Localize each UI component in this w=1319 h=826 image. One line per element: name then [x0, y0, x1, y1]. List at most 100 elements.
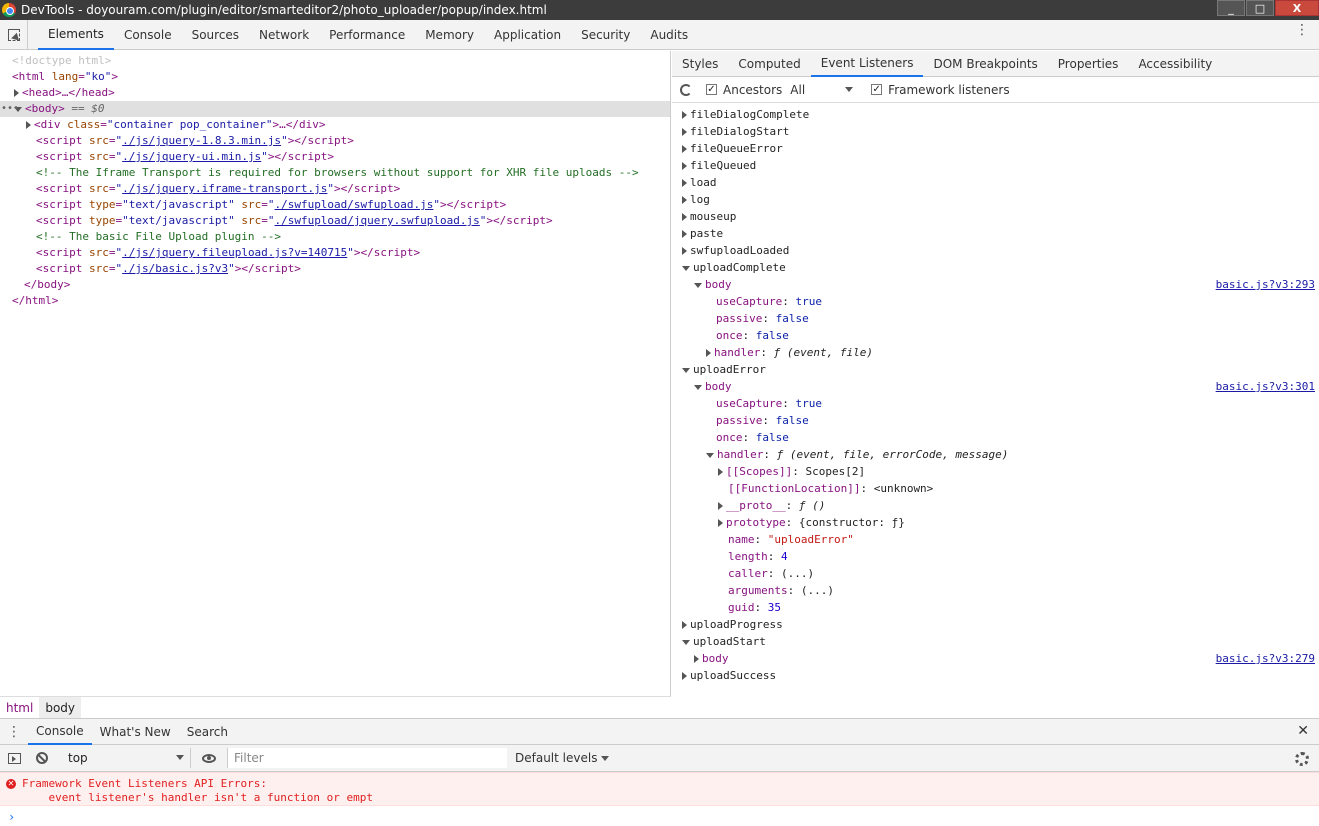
dom-head[interactable]: <head>…</head>	[0, 85, 670, 101]
expand-triangle-icon[interactable]	[26, 121, 31, 129]
event-load[interactable]: load	[672, 174, 1319, 191]
expand-triangle-icon[interactable]	[682, 179, 687, 187]
source-link[interactable]: basic.js?v3:293	[1216, 276, 1315, 293]
expand-triangle-icon[interactable]	[14, 89, 19, 97]
chevron-down-icon[interactable]	[845, 87, 854, 92]
tab-properties[interactable]: Properties	[1048, 51, 1129, 77]
dom-body-close[interactable]: </body>	[0, 277, 670, 293]
dom-script[interactable]: <script type="text/javascript" src="./sw…	[0, 213, 670, 229]
tab-styles[interactable]: Styles	[672, 51, 728, 77]
tab-network[interactable]: Network	[249, 20, 319, 50]
dom-comment[interactable]: <!-- The basic File Upload plugin -->	[0, 229, 670, 245]
dom-script[interactable]: <script src="./js/jquery.iframe-transpor…	[0, 181, 670, 197]
script-src-link[interactable]: ./swfupload/jquery.swfupload.js	[274, 214, 479, 227]
source-link[interactable]: basic.js?v3:301	[1216, 378, 1315, 395]
expand-triangle-icon[interactable]	[682, 672, 687, 680]
maximize-button[interactable]: □	[1246, 0, 1274, 16]
close-drawer-icon[interactable]: ✕	[1297, 723, 1309, 739]
gear-icon[interactable]	[1295, 752, 1309, 766]
prop-caller[interactable]: caller: (...)	[672, 565, 1319, 582]
drawer-tab-console[interactable]: Console	[28, 718, 92, 745]
tab-event-listeners[interactable]: Event Listeners	[810, 51, 924, 77]
event-swfupload-loaded[interactable]: swfuploadLoaded	[672, 242, 1319, 259]
script-src-link[interactable]: ./js/jquery.iframe-transport.js	[122, 182, 327, 195]
prop-handler[interactable]: handler: ƒ (event, file, errorCode, mess…	[672, 446, 1319, 463]
prop-arguments[interactable]: arguments: (...)	[672, 582, 1319, 599]
expand-triangle-icon[interactable]	[682, 230, 687, 238]
collapse-triangle-icon[interactable]	[682, 265, 690, 271]
event-file-dialog-start[interactable]: fileDialogStart	[672, 123, 1319, 140]
listener-body[interactable]: body basic.js?v3:301	[672, 378, 1319, 395]
expand-triangle-icon[interactable]	[682, 213, 687, 221]
expand-triangle-icon[interactable]	[706, 349, 711, 357]
tab-elements[interactable]: Elements	[38, 20, 114, 50]
clear-console-button[interactable]	[28, 745, 56, 772]
tab-security[interactable]: Security	[571, 20, 640, 50]
tab-application[interactable]: Application	[484, 20, 571, 50]
collapse-triangle-icon[interactable]	[682, 367, 690, 373]
expand-triangle-icon[interactable]	[718, 502, 723, 510]
drawer-menu-icon[interactable]: ⋮	[0, 724, 28, 740]
collapse-triangle-icon[interactable]	[682, 639, 690, 645]
dom-script[interactable]: <script src="./js/jquery-ui.min.js"></sc…	[0, 149, 670, 165]
tab-audits[interactable]: Audits	[640, 20, 698, 50]
expand-triangle-icon[interactable]	[682, 247, 687, 255]
minimize-button[interactable]: _	[1217, 0, 1245, 16]
tab-memory[interactable]: Memory	[415, 20, 484, 50]
inspect-element-button[interactable]	[0, 19, 28, 50]
dom-script[interactable]: <script src="./js/basic.js?v3"></script>	[0, 261, 670, 277]
dom-comment[interactable]: <!-- The Iframe Transport is required fo…	[0, 165, 670, 181]
prop-prototype[interactable]: prototype: {constructor: ƒ}	[672, 514, 1319, 531]
framework-listeners-checkbox[interactable]: ✓	[871, 84, 883, 95]
expand-triangle-icon[interactable]	[682, 162, 687, 170]
event-upload-success[interactable]: uploadSuccess	[672, 667, 1319, 684]
expand-triangle-icon[interactable]	[682, 196, 687, 204]
dom-doctype[interactable]: <!doctype html>	[0, 53, 670, 69]
dom-script[interactable]: <script type="text/javascript" src="./sw…	[0, 197, 670, 213]
event-mouseup[interactable]: mouseup	[672, 208, 1319, 225]
event-upload-progress[interactable]: uploadProgress	[672, 616, 1319, 633]
dom-body-selected[interactable]: ••• <body> == $0	[0, 101, 670, 117]
listener-type-select[interactable]: All	[790, 83, 805, 97]
event-paste[interactable]: paste	[672, 225, 1319, 242]
prop-proto[interactable]: __proto__: ƒ ()	[672, 497, 1319, 514]
dom-div-container[interactable]: <div class="container pop_container">…</…	[0, 117, 670, 133]
show-sidebar-button[interactable]	[0, 745, 28, 772]
context-select[interactable]: top	[56, 748, 191, 768]
close-window-button[interactable]: X	[1275, 0, 1319, 16]
prop-scopes[interactable]: [[Scopes]]: Scopes[2]	[672, 463, 1319, 480]
dom-html-open[interactable]: <html lang="ko">	[0, 69, 670, 85]
expand-triangle-icon[interactable]	[682, 145, 687, 153]
drawer-tab-whats-new[interactable]: What's New	[92, 718, 179, 745]
drawer-tab-search[interactable]: Search	[179, 718, 236, 745]
dom-html-close[interactable]: </html>	[0, 293, 670, 309]
tab-performance[interactable]: Performance	[319, 20, 415, 50]
collapse-triangle-icon[interactable]	[706, 452, 714, 458]
expand-triangle-icon[interactable]	[682, 621, 687, 629]
expand-triangle-icon[interactable]	[718, 519, 723, 527]
script-src-link[interactable]: ./js/jquery-1.8.3.min.js	[122, 134, 281, 147]
more-menu-icon[interactable]: ⋮	[1295, 23, 1309, 37]
tab-console[interactable]: Console	[114, 20, 182, 50]
tab-sources[interactable]: Sources	[182, 20, 249, 50]
console-filter-input[interactable]	[227, 748, 507, 768]
log-levels-select[interactable]: Default levels	[515, 751, 610, 765]
dom-script[interactable]: <script src="./js/jquery-1.8.3.min.js"><…	[0, 133, 670, 149]
collapse-triangle-icon[interactable]	[694, 384, 702, 390]
event-file-dialog-complete[interactable]: fileDialogComplete	[672, 106, 1319, 123]
listener-body[interactable]: body basic.js?v3:279	[672, 650, 1319, 667]
script-src-link[interactable]: ./swfupload/swfupload.js	[274, 198, 433, 211]
event-upload-error[interactable]: uploadError	[672, 361, 1319, 378]
refresh-icon[interactable]	[680, 83, 692, 96]
expand-triangle-icon[interactable]	[694, 655, 699, 663]
prop-handler[interactable]: handler: ƒ (event, file)	[672, 344, 1319, 361]
event-upload-start[interactable]: uploadStart	[672, 633, 1319, 650]
console-prompt[interactable]: ›	[8, 810, 15, 824]
collapse-triangle-icon[interactable]	[694, 282, 702, 288]
tab-accessibility[interactable]: Accessibility	[1128, 51, 1222, 77]
dom-script[interactable]: <script src="./js/jquery.fileupload.js?v…	[0, 245, 670, 261]
script-src-link[interactable]: ./js/jquery.fileupload.js?v=140715	[122, 246, 347, 259]
expand-triangle-icon[interactable]	[682, 111, 687, 119]
event-log[interactable]: log	[672, 191, 1319, 208]
expand-triangle-icon[interactable]	[718, 468, 723, 476]
